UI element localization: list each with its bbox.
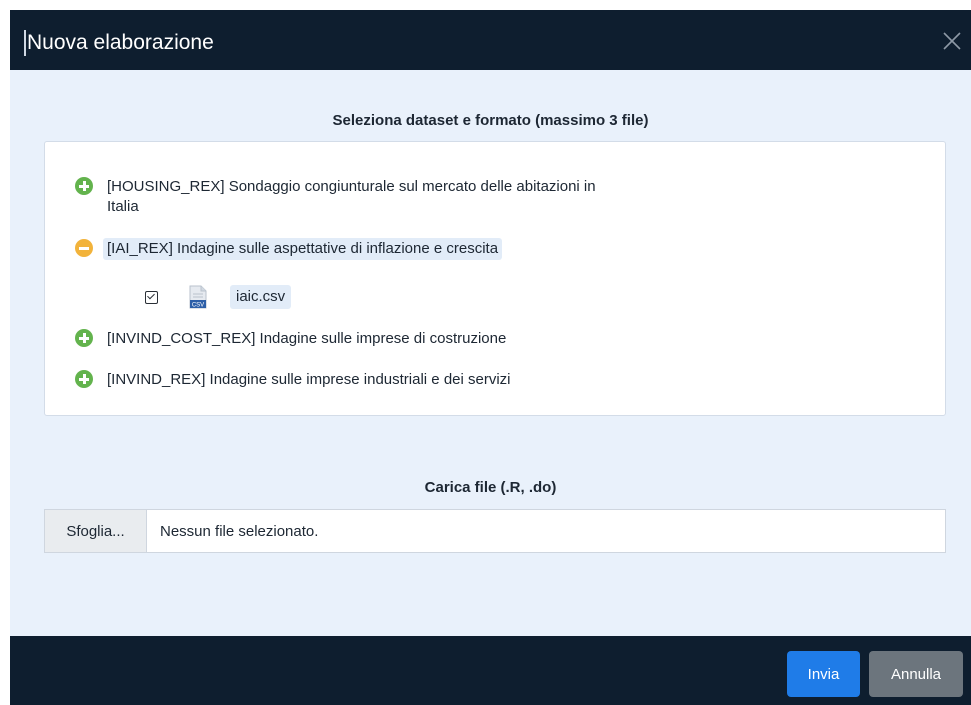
dataset-item-invind-rex: [INVIND_REX] Indagine sulle imprese indu… bbox=[75, 369, 515, 391]
plus-circle-icon[interactable] bbox=[75, 329, 93, 347]
dataset-label[interactable]: [INVIND_REX] Indagine sulle imprese indu… bbox=[103, 369, 515, 391]
dialog-header: Nuova elaborazione bbox=[10, 10, 971, 70]
csv-file-icon: CSV bbox=[189, 285, 207, 309]
minus-circle-icon[interactable] bbox=[75, 239, 93, 257]
file-item-iaic-csv: CSV iaic.csv bbox=[145, 285, 292, 309]
dataset-item-invind-cost-rex: [INVIND_COST_REX] Indagine sulle imprese… bbox=[75, 328, 510, 350]
file-checkbox[interactable] bbox=[145, 290, 158, 304]
file-upload-field[interactable]: Sfoglia... Nessun file selezionato. bbox=[44, 509, 946, 553]
dataset-item-housing-rex: [HOUSING_REX] Sondaggio congiunturale su… bbox=[75, 176, 600, 218]
plus-circle-icon[interactable] bbox=[75, 177, 93, 195]
dataset-label[interactable]: [INVIND_COST_REX] Indagine sulle imprese… bbox=[103, 328, 510, 350]
submit-button[interactable]: Invia bbox=[787, 651, 860, 697]
dataset-tree: [HOUSING_REX] Sondaggio congiunturale su… bbox=[44, 141, 946, 416]
file-status-text: Nessun file selezionato. bbox=[160, 522, 319, 540]
dialog-title: Nuova elaborazione bbox=[24, 30, 214, 56]
dialog-footer: Invia Annulla bbox=[10, 636, 971, 705]
dataset-label[interactable]: [IAI_REX] Indagine sulle aspettative di … bbox=[103, 238, 503, 260]
plus-circle-icon[interactable] bbox=[75, 370, 93, 388]
datasets-heading: Seleziona dataset e formato (massimo 3 f… bbox=[332, 112, 649, 129]
svg-text:CSV: CSV bbox=[192, 303, 204, 309]
new-processing-dialog: Nuova elaborazione Seleziona dataset e f… bbox=[10, 10, 971, 705]
dataset-label[interactable]: [HOUSING_REX] Sondaggio congiunturale su… bbox=[103, 176, 600, 218]
cancel-button[interactable]: Annulla bbox=[869, 651, 963, 697]
file-name[interactable]: iaic.csv bbox=[230, 285, 292, 309]
close-icon[interactable] bbox=[939, 28, 965, 54]
browse-button[interactable]: Sfoglia... bbox=[45, 510, 147, 552]
upload-heading: Carica file (.R, .do) bbox=[424, 479, 557, 496]
dataset-item-iai-rex: [IAI_REX] Indagine sulle aspettative di … bbox=[75, 238, 503, 260]
